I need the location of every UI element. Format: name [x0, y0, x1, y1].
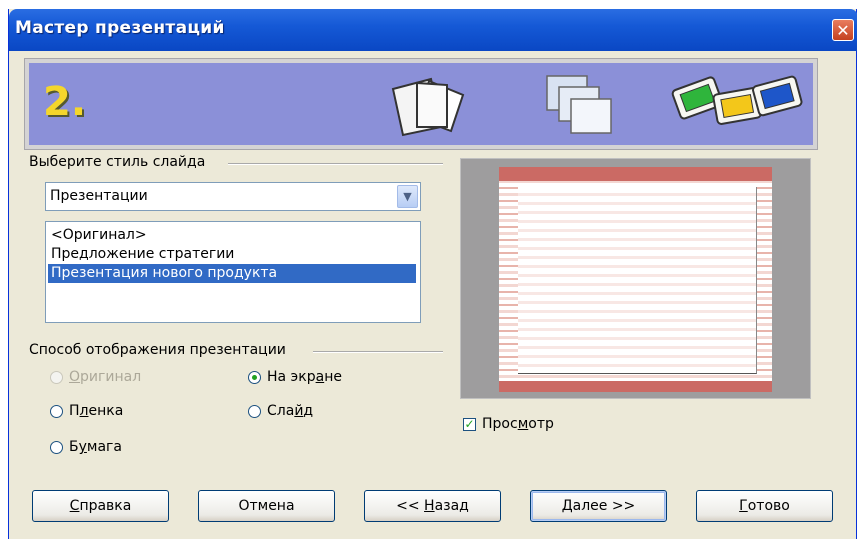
- step-number: 2.: [43, 79, 87, 125]
- preview-slide-bottom-band: [499, 381, 772, 392]
- checkmark-icon[interactable]: ✓: [463, 417, 476, 431]
- radio-paper-circle: [50, 440, 63, 454]
- radio-on-screen-label: На экране: [267, 369, 342, 385]
- next-button[interactable]: Далее >>: [530, 490, 667, 522]
- radio-film-circle: [50, 404, 63, 418]
- display-mode-separator: [313, 351, 443, 353]
- cancel-button[interactable]: Отмена: [198, 490, 335, 522]
- template-list-item[interactable]: Предложение стратегии: [48, 245, 416, 264]
- radio-paper-label: Бумага: [69, 439, 122, 455]
- back-button[interactable]: << Назад: [364, 490, 501, 522]
- radio-original-label: Оригинал: [69, 369, 142, 385]
- slide-style-separator: [228, 163, 443, 165]
- radio-original[interactable]: Оригинал: [50, 367, 141, 387]
- help-button[interactable]: Справка: [32, 490, 169, 522]
- finish-button[interactable]: Готово: [696, 490, 833, 522]
- radio-selected-dot: [252, 374, 257, 380]
- preview-checkbox-label: Просмотр: [482, 416, 554, 432]
- category-dropdown[interactable]: Презентации ▼: [45, 182, 421, 211]
- close-icon[interactable]: ✕: [832, 19, 854, 41]
- preview-slide-body: [518, 187, 757, 374]
- radio-slide[interactable]: Слайд: [248, 401, 313, 421]
- display-mode-label: Способ отображения презентации: [29, 342, 286, 358]
- radio-slide-circle: [248, 404, 261, 418]
- radio-film[interactable]: Пленка: [50, 401, 123, 421]
- radio-original-circle: [50, 370, 63, 384]
- window-title: Мастер презентаций: [15, 18, 225, 38]
- layers-icon: [546, 75, 612, 134]
- category-dropdown-value: Презентации: [50, 188, 148, 204]
- banner-background: 2.: [29, 63, 813, 145]
- radio-paper[interactable]: Бумага: [50, 437, 122, 457]
- template-list[interactable]: <Оригинал> Предложение стратегии Презент…: [45, 221, 421, 323]
- preview-checkbox[interactable]: ✓ Просмотр: [463, 416, 554, 432]
- template-list-item-selected[interactable]: Презентация нового продукта: [48, 264, 416, 283]
- radio-slide-label: Слайд: [267, 403, 314, 419]
- color-slides-icon: [671, 75, 803, 125]
- template-list-item[interactable]: <Оригинал>: [48, 226, 416, 245]
- radio-film-label: Пленка: [69, 403, 124, 419]
- pages-icon: [391, 77, 465, 137]
- wizard-banner: 2.: [24, 58, 818, 150]
- slide-style-label: Выберите стиль слайда: [29, 154, 206, 170]
- preview-slide: [499, 167, 772, 392]
- chevron-down-icon[interactable]: ▼: [397, 185, 418, 208]
- radio-on-screen-circle: [248, 370, 261, 384]
- preview-slide-top-band: [499, 167, 772, 181]
- radio-on-screen[interactable]: На экране: [248, 367, 342, 387]
- slide-preview: [460, 158, 811, 399]
- title-bar[interactable]: Мастер презентаций ✕: [9, 9, 857, 51]
